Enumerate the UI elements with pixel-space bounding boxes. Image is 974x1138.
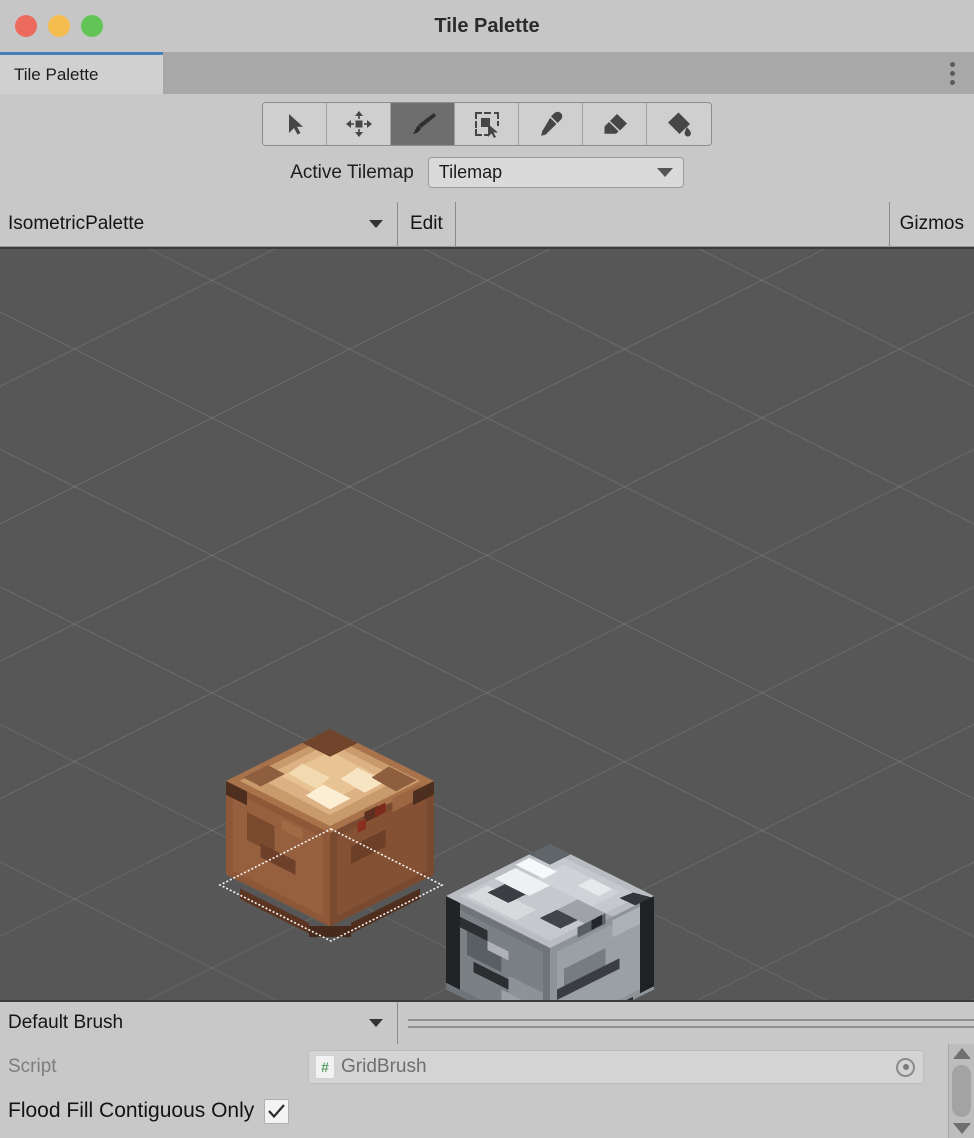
- gizmos-button-label: Gizmos: [899, 213, 964, 234]
- kebab-dot: [949, 61, 955, 67]
- cursor-arrow-icon: [284, 112, 306, 136]
- box-fill-tool-button[interactable]: [455, 103, 519, 145]
- kebab-dot: [949, 79, 955, 85]
- checkmark-icon: [268, 1104, 286, 1119]
- eraser-icon: [601, 112, 629, 136]
- object-picker-icon[interactable]: [896, 1057, 915, 1077]
- script-value: GridBrush: [341, 1056, 427, 1077]
- palette-bar-spacer: [456, 202, 890, 246]
- fill-tool-button[interactable]: [647, 103, 711, 145]
- maximize-window-button[interactable]: [81, 15, 103, 37]
- active-tilemap-dropdown[interactable]: Tilemap: [427, 157, 684, 188]
- brush-bar-rest: [398, 1002, 974, 1044]
- tab-strip-filler: [163, 52, 930, 94]
- brush-name-label: Default Brush: [8, 1012, 124, 1033]
- minimize-window-button[interactable]: [48, 15, 70, 37]
- kebab-menu-icon[interactable]: [930, 52, 974, 94]
- window-title: Tile Palette: [434, 14, 540, 37]
- inspector-scrollbar[interactable]: [948, 1044, 974, 1138]
- traffic-light-group: [15, 15, 103, 37]
- chevron-down-icon: [656, 168, 673, 177]
- palette-name-label: IsometricPalette: [8, 213, 145, 234]
- tile-selection-outline: [218, 828, 444, 942]
- kebab-dot: [949, 70, 955, 76]
- csharp-script-icon: #: [315, 1055, 335, 1079]
- flood-fill-row: Flood Fill Contiguous Only: [0, 1090, 948, 1132]
- palette-dropdown[interactable]: IsometricPalette: [0, 202, 398, 246]
- edit-button[interactable]: Edit: [398, 202, 456, 246]
- paint-tool-button[interactable]: [391, 103, 455, 145]
- script-label: Script: [8, 1056, 57, 1077]
- scroll-up-arrow-icon[interactable]: [952, 1048, 971, 1059]
- move-arrows-icon: [345, 110, 373, 138]
- brush-inspector: Script # GridBrush Flood Fill Contiguous…: [0, 1044, 974, 1138]
- picker-tool-button[interactable]: [519, 103, 583, 145]
- tool-toolbar: [262, 102, 712, 146]
- flood-fill-label: Flood Fill Contiguous Only: [8, 1099, 255, 1122]
- brush-dropdown[interactable]: Default Brush: [0, 1002, 398, 1044]
- chevron-down-icon: [369, 1019, 383, 1027]
- palette-canvas[interactable]: [0, 247, 974, 1000]
- tab-strip: Tile Palette: [0, 52, 974, 94]
- active-tilemap-value: Tilemap: [438, 162, 503, 182]
- active-tilemap-row: Active Tilemap Tilemap: [290, 157, 684, 188]
- tool-section: Active Tilemap Tilemap: [0, 94, 974, 202]
- stone-tile[interactable]: [438, 837, 662, 1000]
- chevron-down-icon: [369, 220, 383, 228]
- erase-tool-button[interactable]: [583, 103, 647, 145]
- brush-bar: Default Brush: [0, 1000, 974, 1044]
- tab-tile-palette[interactable]: Tile Palette: [0, 52, 163, 94]
- script-row: Script # GridBrush: [0, 1044, 948, 1090]
- paint-bucket-icon: [665, 111, 693, 137]
- paintbrush-icon: [409, 111, 437, 137]
- gizmos-button[interactable]: Gizmos: [890, 202, 974, 246]
- object-picker-dot: [902, 1064, 909, 1070]
- scrollbar-thumb[interactable]: [952, 1065, 971, 1117]
- inspector-body: Script # GridBrush Flood Fill Contiguous…: [0, 1044, 948, 1138]
- window-titlebar: Tile Palette: [0, 0, 974, 52]
- flood-fill-checkbox[interactable]: [264, 1098, 290, 1124]
- marquee-select-icon: [473, 110, 501, 138]
- eyedropper-icon: [538, 111, 564, 137]
- tab-label: Tile Palette: [14, 64, 99, 84]
- divider-line: [408, 1026, 974, 1028]
- move-tool-button[interactable]: [327, 103, 391, 145]
- active-tilemap-label: Active Tilemap: [290, 161, 414, 183]
- palette-bar: IsometricPalette Edit Gizmos: [0, 202, 974, 247]
- edit-button-label: Edit: [410, 213, 443, 234]
- select-tool-button[interactable]: [263, 103, 327, 145]
- divider-line: [408, 1019, 974, 1021]
- tile-palette-window: Tile Palette Tile Palette Active Tilemap…: [0, 0, 974, 1138]
- close-window-button[interactable]: [15, 15, 37, 37]
- script-object-field[interactable]: # GridBrush: [308, 1050, 924, 1084]
- scroll-down-arrow-icon[interactable]: [952, 1123, 971, 1134]
